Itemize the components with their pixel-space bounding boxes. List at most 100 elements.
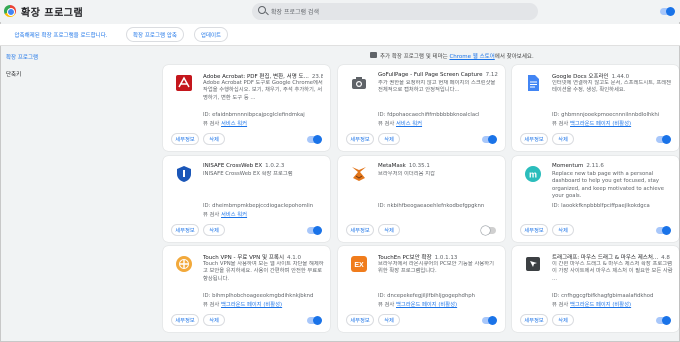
extension-card: MetaMask 10.35.1 브라우저의 이더리움 지갑 ID: nkbihf…	[338, 156, 505, 242]
inspect-views: 뷰 검사 서비스 워커	[203, 121, 248, 127]
page-title: 확장 프로그램	[21, 8, 84, 19]
update-button[interactable]: 업데이트	[194, 27, 228, 42]
extension-id: ID: ghbmnnjooekpmoecnnnilnnbdlolhkhi	[552, 112, 660, 118]
extension-name: MetaMask 10.35.1	[378, 163, 430, 169]
details-button[interactable]: 세부정보	[520, 133, 548, 145]
developer-toolbar: 압축해제된 확장 프로그램을 로드합니다. 확장 프로그램 압축 업데이트	[0, 24, 680, 46]
toggle-knob	[313, 316, 322, 325]
drag-gesture-icon	[524, 255, 542, 273]
chrome-logo-icon	[4, 5, 16, 17]
extension-enable-toggle[interactable]	[307, 316, 322, 325]
extension-description: Touch VPN을 사용하여 모든 웹 사이트 차단을 해제하고 보안을 유지…	[203, 261, 324, 282]
metamask-fox-icon	[350, 165, 368, 183]
webstore-link[interactable]: Chrome 웹 스토어	[449, 54, 494, 60]
extension-id: ID: bihmplhobchoageeokmgbdihknkjbknd	[203, 293, 314, 299]
remove-button[interactable]: 삭제	[378, 314, 400, 326]
inspect-views: 뷰 검사 백그라운드 페이지 (비활성)	[203, 302, 283, 308]
extension-id: ID: dheimbmpmkbepjccdiogaclepohomlin	[203, 203, 314, 209]
extension-enable-toggle[interactable]	[656, 226, 671, 235]
extension-enable-toggle[interactable]	[307, 135, 322, 144]
search-input[interactable]: 확장 프로그램 검색	[252, 3, 538, 20]
search-placeholder: 확장 프로그램 검색	[271, 9, 319, 16]
remove-button[interactable]: 삭제	[378, 224, 400, 236]
toggle-knob	[662, 316, 671, 325]
inspect-views: 뷰 검사 서비스 워커	[378, 121, 423, 127]
extension-id: ID: efaidnbmnnnibpcajpcglclefindmkaj	[203, 112, 305, 118]
svg-text:m: m	[529, 170, 537, 180]
remove-button[interactable]: 삭제	[203, 224, 225, 236]
extension-description: Adobe Acrobat PDF 도구로 Google Chrome에서 작업…	[203, 80, 323, 101]
inspect-view-link[interactable]: 백그라운드 페이지 (비활성)	[570, 121, 631, 127]
extension-id: ID: laookkfknpbbblfpciffpaejlkokdgca	[552, 203, 650, 209]
extension-name: INISAFE CrossWeb EX 1.0.2.3	[203, 163, 285, 169]
details-button[interactable]: 세부정보	[171, 133, 199, 145]
extension-description: Replace new tab page with a personal das…	[552, 171, 664, 199]
extension-enable-toggle[interactable]	[482, 316, 497, 325]
extension-description: 브라우저에서 라온시큐어의 PC보안 기능을 사용하기 위한 확장 프로그램입니…	[378, 261, 494, 275]
inspect-view-link[interactable]: 서비스 워커	[221, 212, 247, 218]
extension-version: 1.0.2.3	[265, 163, 285, 169]
extension-id: ID: nkbihfbeogaeaoehlefnkodbefgpgknn	[378, 203, 485, 209]
pack-extension-button[interactable]: 확장 프로그램 압축	[126, 27, 184, 42]
extension-id: ID: dncepekefegjiljlfbihljgogephdhph	[378, 293, 475, 299]
extension-card: Touch VPN - 무료 VPN 및 프록시 4.1.0 Touch VPN을…	[163, 246, 330, 332]
details-button[interactable]: 세부정보	[520, 224, 548, 236]
extension-version: 10.35.1	[408, 163, 430, 169]
extension-id: ID: fdpohaocaechififmbbbbbknoalclacl	[378, 112, 480, 118]
banner-text: 추가 확장 프로그램 및 테마는 Chrome 웹 스토어에서 찾아보세요.	[380, 54, 534, 60]
extension-card: 트래그래프: 마우스 드래그 & 마우스 제스처... 4.8 이 간편 마우스 …	[512, 246, 679, 332]
svg-text:EX: EX	[354, 262, 364, 269]
extension-name: Touch VPN - 무료 VPN 및 프록시 4.1.0	[203, 255, 302, 261]
extension-card: Adobe Acrobat: PDF 편집, 변환, 서명 도...23.8.1…	[163, 65, 330, 151]
top-bar: 확장 프로그램 확장 프로그램 검색	[0, 0, 680, 22]
toggle-knob	[666, 7, 675, 16]
extension-name: 트래그래프: 마우스 드래그 & 마우스 제스처... 4.8	[552, 255, 670, 261]
details-button[interactable]: 세부정보	[520, 314, 548, 326]
inspect-view-link[interactable]: 백그라운드 페이지 (비활성)	[570, 302, 631, 308]
developer-mode-toggle[interactable]	[660, 7, 675, 16]
details-button[interactable]: 세부정보	[346, 314, 374, 326]
remove-button[interactable]: 삭제	[552, 133, 574, 145]
details-button[interactable]: 세부정보	[171, 224, 199, 236]
toggle-knob	[662, 135, 671, 144]
remove-button[interactable]: 삭제	[552, 224, 574, 236]
remove-button[interactable]: 삭제	[203, 314, 225, 326]
webstore-icon	[370, 52, 377, 58]
extension-enable-toggle[interactable]	[482, 135, 497, 144]
load-unpacked-button[interactable]: 압축해제된 확장 프로그램을 로드합니다.	[8, 27, 114, 42]
toggle-knob	[313, 226, 322, 235]
sidebar-item-extensions[interactable]: 확장 프로그램	[6, 53, 38, 61]
remove-button[interactable]: 삭제	[203, 133, 225, 145]
details-button[interactable]: 세부정보	[171, 314, 199, 326]
extension-enable-toggle[interactable]	[656, 135, 671, 144]
extension-card: INISAFE CrossWeb EX 1.0.2.3 INISAFE Cross…	[163, 156, 330, 242]
extension-name: GoFullPage - Full Page Screen Capture 7.1…	[378, 72, 498, 78]
toggle-knob	[488, 135, 497, 144]
extension-name: TouchEn PC보안 확장 1.0.1.13	[378, 255, 458, 261]
remove-button[interactable]: 삭제	[552, 314, 574, 326]
toggle-knob	[662, 226, 671, 235]
extension-enable-toggle[interactable]	[481, 226, 496, 235]
toggle-knob	[481, 226, 490, 235]
inspect-view-link[interactable]: 백그라운드 페이지 (비활성)	[396, 302, 457, 308]
remove-button[interactable]: 삭제	[378, 133, 400, 145]
inspect-view-link[interactable]: 서비스 워커	[396, 121, 422, 127]
inspect-view-link[interactable]: 백그라운드 페이지 (비활성)	[221, 302, 282, 308]
shield-icon	[175, 165, 193, 183]
details-button[interactable]: 세부정보	[346, 133, 374, 145]
extension-card: GoFullPage - Full Page Screen Capture 7.1…	[338, 65, 505, 151]
camera-icon	[350, 74, 368, 92]
inspect-view-link[interactable]: 서비스 워커	[221, 121, 247, 127]
extension-enable-toggle[interactable]	[307, 226, 322, 235]
touch-vpn-icon	[175, 255, 193, 273]
extension-description: INISAFE CrossWeb EX 확장 프로그램	[203, 171, 293, 177]
extension-enable-toggle[interactable]	[656, 316, 671, 325]
sidebar-item-shortcuts[interactable]: 단축키	[6, 70, 21, 78]
extension-card: m Momentum 2.11.6 Replace new tab page wi…	[512, 156, 679, 242]
google-docs-icon	[524, 74, 542, 92]
extension-description: 추가 권한을 요청하지 않고 현재 페이지의 스크린샷을 전체적으로 캡처하고 …	[378, 80, 496, 94]
extension-version: 7.12	[485, 72, 498, 78]
extension-name: Adobe Acrobat: PDF 편집, 변환, 서명 도...23.8.1…	[203, 72, 323, 80]
details-button[interactable]: 세부정보	[346, 224, 374, 236]
inspect-views: 뷰 검사 백그라운드 페이지 (비활성)	[552, 302, 632, 308]
